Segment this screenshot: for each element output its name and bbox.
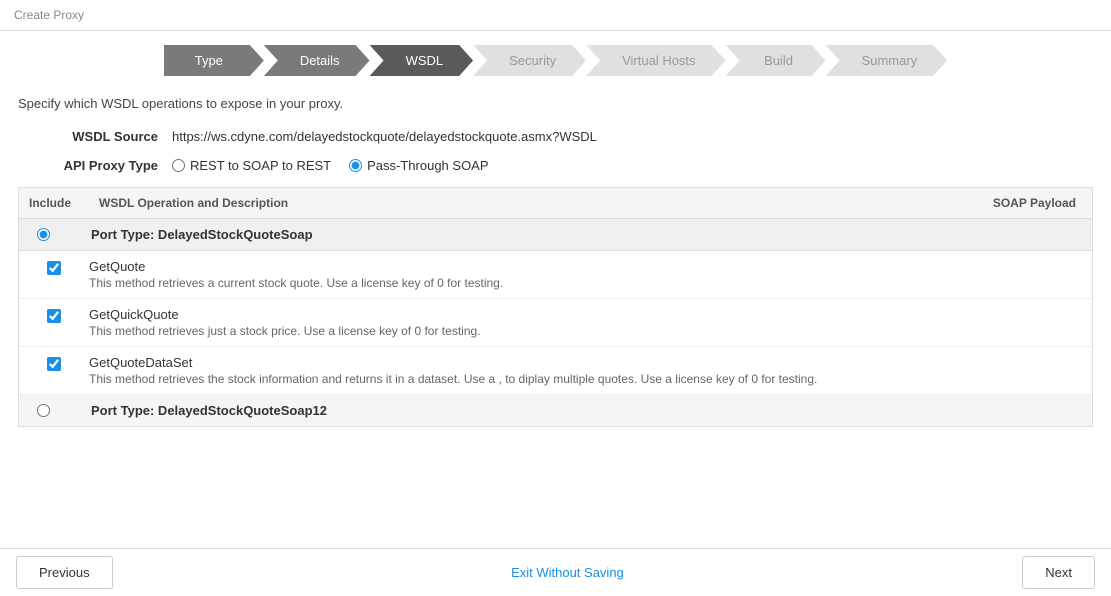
port-type-row-1: Port Type: DelayedStockQuoteSoap xyxy=(19,219,1092,251)
step-type-label: Type xyxy=(164,45,264,76)
operation-row-getquotedataset: GetQuoteDataSet This method retrieves th… xyxy=(19,347,1092,395)
page-title: Create Proxy xyxy=(14,8,84,22)
port-type-row-2: Port Type: DelayedStockQuoteSoap12 xyxy=(19,395,1092,426)
op-desc-getquotedataset: This method retrieves the stock informat… xyxy=(89,372,972,386)
step-security-label: Security xyxy=(473,45,586,76)
previous-button[interactable]: Previous xyxy=(16,556,113,589)
op-checkbox-getquickquote[interactable] xyxy=(47,309,61,323)
operation-row-getquote: GetQuote This method retrieves a current… xyxy=(19,251,1092,299)
radio-passthrough[interactable]: Pass-Through SOAP xyxy=(349,158,488,173)
exit-without-saving-button[interactable]: Exit Without Saving xyxy=(511,565,624,580)
table-header: Include WSDL Operation and Description S… xyxy=(19,188,1092,219)
footer: Previous Exit Without Saving Next xyxy=(0,548,1111,596)
col-payload: SOAP Payload xyxy=(972,194,1092,212)
port-radio-input-2[interactable] xyxy=(37,404,50,417)
port-label-1: Port Type: DelayedStockQuoteSoap xyxy=(89,227,1092,242)
op-desc-getquote: This method retrieves a current stock qu… xyxy=(89,276,972,290)
op-check-getquotedataset[interactable] xyxy=(19,355,89,374)
port-radio-input-1[interactable] xyxy=(37,228,50,241)
next-button[interactable]: Next xyxy=(1022,556,1095,589)
radio-rest-to-soap[interactable]: REST to SOAP to REST xyxy=(172,158,331,173)
step-type[interactable]: Type xyxy=(164,45,264,76)
op-checkbox-getquotedataset[interactable] xyxy=(47,357,61,371)
step-summary[interactable]: Summary xyxy=(826,45,948,76)
op-detail-getquote: GetQuote This method retrieves a current… xyxy=(89,259,972,290)
op-desc-getquickquote: This method retrieves just a stock price… xyxy=(89,324,972,338)
op-name-getquotedataset: GetQuoteDataSet xyxy=(89,355,972,370)
step-security[interactable]: Security xyxy=(473,45,586,76)
radio-rest-label: REST to SOAP to REST xyxy=(190,158,331,173)
wsdl-source-row: WSDL Source https://ws.cdyne.com/delayed… xyxy=(18,129,1093,144)
step-summary-label: Summary xyxy=(826,45,948,76)
radio-group: REST to SOAP to REST Pass-Through SOAP xyxy=(172,158,489,173)
op-detail-getquotedataset: GetQuoteDataSet This method retrieves th… xyxy=(89,355,972,386)
op-name-getquote: GetQuote xyxy=(89,259,972,274)
api-proxy-type-row: API Proxy Type REST to SOAP to REST Pass… xyxy=(18,158,1093,173)
step-wsdl-label: WSDL xyxy=(370,45,474,76)
step-wsdl[interactable]: WSDL xyxy=(370,45,474,76)
col-operation: WSDL Operation and Description xyxy=(89,194,972,212)
op-name-getquickquote: GetQuickQuote xyxy=(89,307,972,322)
step-virtual-hosts[interactable]: Virtual Hosts xyxy=(586,45,725,76)
subtitle: Specify which WSDL operations to expose … xyxy=(18,96,1093,111)
port-radio-1[interactable] xyxy=(19,228,89,241)
step-build[interactable]: Build xyxy=(726,45,826,76)
port-radio-2[interactable] xyxy=(19,404,89,417)
step-details[interactable]: Details xyxy=(264,45,370,76)
step-build-label: Build xyxy=(726,45,826,76)
step-details-label: Details xyxy=(264,45,370,76)
api-proxy-type-label: API Proxy Type xyxy=(18,158,158,173)
col-include: Include xyxy=(19,194,89,212)
wizard-steps: Type Details WSDL Security Virtual Hosts… xyxy=(0,31,1111,86)
top-bar: Create Proxy xyxy=(0,0,1111,31)
wsdl-source-value: https://ws.cdyne.com/delayedstockquote/d… xyxy=(172,129,597,144)
op-checkbox-getquote[interactable] xyxy=(47,261,61,275)
operation-row-getquickquote: GetQuickQuote This method retrieves just… xyxy=(19,299,1092,347)
port-label-2: Port Type: DelayedStockQuoteSoap12 xyxy=(89,403,1092,418)
op-check-getquickquote[interactable] xyxy=(19,307,89,326)
step-virtual-hosts-label: Virtual Hosts xyxy=(586,45,725,76)
op-check-getquote[interactable] xyxy=(19,259,89,278)
radio-rest-input[interactable] xyxy=(172,159,185,172)
op-detail-getquickquote: GetQuickQuote This method retrieves just… xyxy=(89,307,972,338)
content-area: Specify which WSDL operations to expose … xyxy=(0,86,1111,427)
radio-passthrough-input[interactable] xyxy=(349,159,362,172)
operations-table: Include WSDL Operation and Description S… xyxy=(18,187,1093,427)
radio-passthrough-label: Pass-Through SOAP xyxy=(367,158,488,173)
wsdl-source-label: WSDL Source xyxy=(18,129,158,144)
